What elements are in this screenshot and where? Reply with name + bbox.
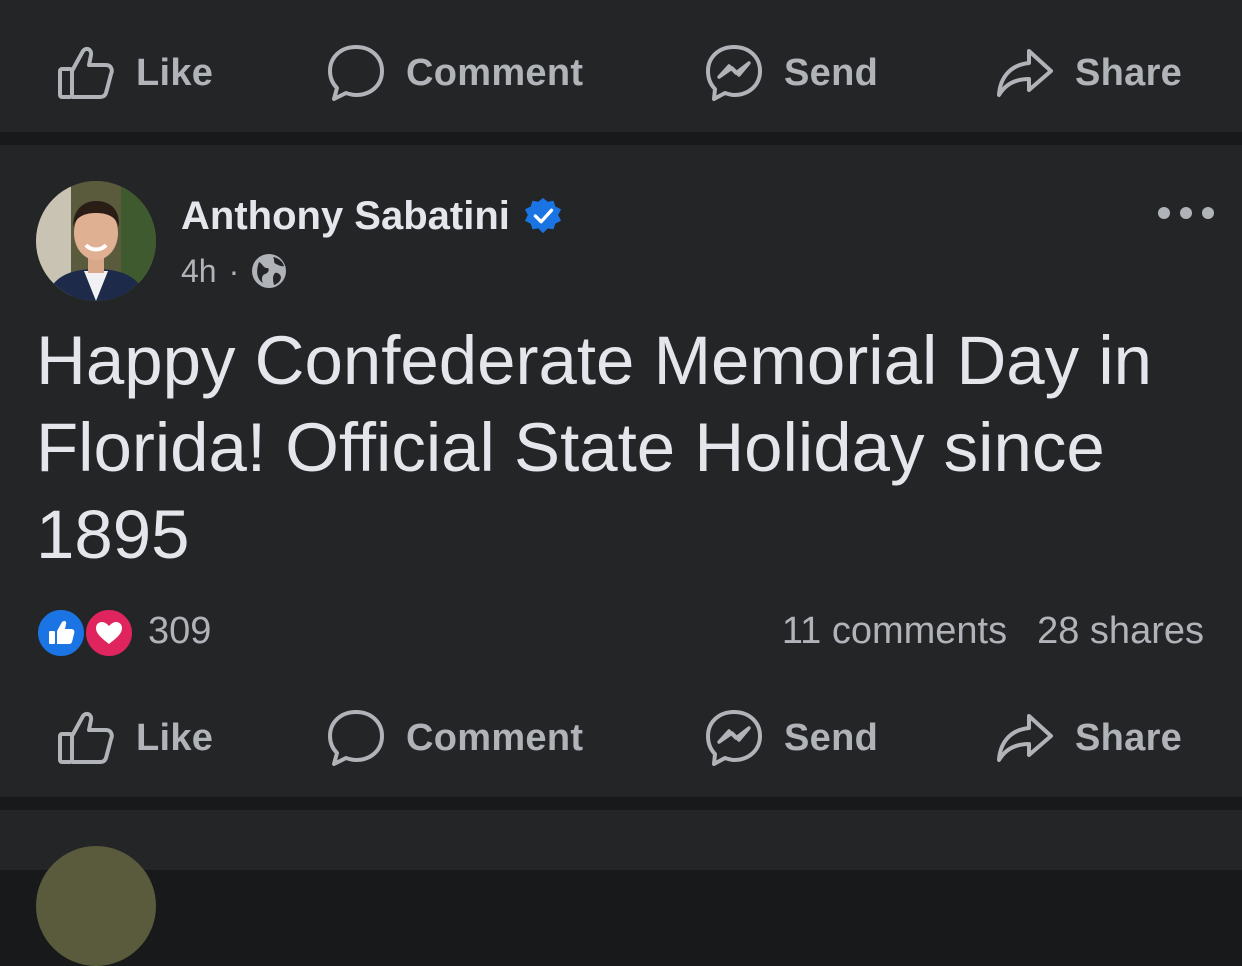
messenger-icon <box>706 45 762 101</box>
share-label: Share <box>1075 51 1183 94</box>
comment-label: Comment <box>406 51 584 94</box>
share-label: Share <box>1075 716 1183 759</box>
more-options-button[interactable] <box>1158 197 1214 229</box>
verified-badge-icon <box>524 197 561 234</box>
speech-bubble-icon <box>328 45 384 101</box>
action-bar: Like Comment Send Share <box>0 28 1242 118</box>
love-reaction-icon <box>84 608 134 658</box>
ellipsis-icon-dot <box>1180 207 1192 219</box>
share-arrow-icon <box>997 49 1053 97</box>
post-meta: 4h · <box>181 249 287 293</box>
like-reaction-icon <box>36 608 86 658</box>
comment-button[interactable]: Comment <box>326 28 583 118</box>
comment-label: Comment <box>406 716 584 759</box>
like-label: Like <box>136 51 214 94</box>
share-arrow-icon <box>997 714 1053 762</box>
engagement-stats: 11 comments 28 shares <box>782 607 1204 655</box>
shares-count-link[interactable]: 28 shares <box>1037 610 1204 653</box>
like-button[interactable]: Like <box>56 693 213 783</box>
avatar-photo <box>36 181 156 301</box>
next-post-card <box>0 810 1242 966</box>
author-name[interactable]: Anthony Sabatini <box>181 194 510 239</box>
like-label: Like <box>136 716 214 759</box>
share-button[interactable]: Share <box>995 28 1182 118</box>
comments-count-link[interactable]: 11 comments <box>782 610 1007 653</box>
next-post-avatar[interactable] <box>36 846 156 966</box>
send-button[interactable]: Send <box>704 693 878 783</box>
avatar[interactable] <box>36 181 156 301</box>
post-card: Anthony Sabatini 4h · Happy Confederate … <box>0 145 1242 797</box>
comment-button[interactable]: Comment <box>326 693 583 783</box>
send-label: Send <box>784 51 879 94</box>
post-time[interactable]: 4h <box>181 253 217 290</box>
previous-post-card: Like Comment Send Share <box>0 0 1242 132</box>
share-button[interactable]: Share <box>995 693 1182 783</box>
ellipsis-icon <box>1158 207 1170 219</box>
thumbs-up-icon <box>58 46 114 99</box>
thumbs-up-icon <box>58 711 114 764</box>
like-button[interactable]: Like <box>56 28 213 118</box>
globe-icon <box>252 254 287 288</box>
ellipsis-icon-dot <box>1202 207 1214 219</box>
reactions-summary[interactable]: 309 <box>36 606 212 658</box>
action-bar: Like Comment Send Share <box>0 693 1242 783</box>
messenger-icon <box>706 710 762 766</box>
reaction-icons <box>36 606 136 658</box>
author-row: Anthony Sabatini <box>181 191 562 241</box>
post-text: Happy Confederate Memorial Day in Florid… <box>36 322 1153 573</box>
speech-bubble-icon <box>328 710 384 766</box>
reaction-count: 309 <box>148 609 212 652</box>
send-button[interactable]: Send <box>704 28 878 118</box>
meta-separator: · <box>228 252 240 289</box>
send-label: Send <box>784 716 879 759</box>
